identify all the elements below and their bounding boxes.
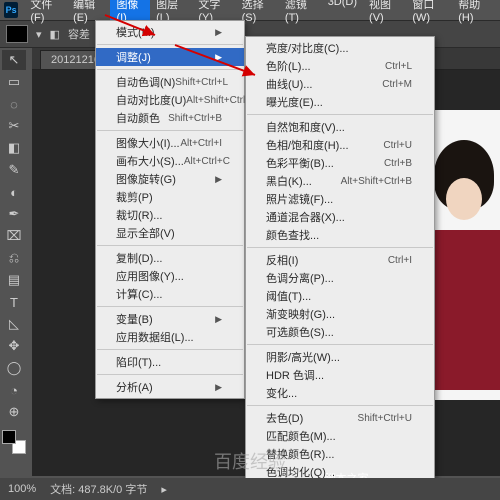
tool-10[interactable]: ▤ <box>2 270 26 290</box>
ps-logo-icon: Ps <box>4 2 18 18</box>
menu-item[interactable]: 应用数据组(L)... <box>96 328 244 346</box>
dropdown-icon[interactable]: ▸ <box>161 483 167 496</box>
tool-5[interactable]: ✎ <box>2 160 26 180</box>
tool-12[interactable]: ◺ <box>2 314 26 334</box>
menu-item[interactable]: 画布大小(S)...Alt+Ctrl+C <box>96 152 244 170</box>
foreground-swatch[interactable] <box>6 25 28 43</box>
tool-1[interactable]: ▭ <box>2 72 26 92</box>
menu-item[interactable]: 裁剪(P) <box>96 188 244 206</box>
menu-item[interactable]: 图像旋转(G)▶ <box>96 170 244 188</box>
menu-9[interactable]: 窗口(W) <box>406 0 452 26</box>
tool-7[interactable]: ✒ <box>2 204 26 224</box>
menu-item[interactable]: 分析(A)▶ <box>96 378 244 396</box>
menu-item[interactable]: 阈值(T)... <box>246 287 434 305</box>
menu-item[interactable]: 通道混合器(X)... <box>246 208 434 226</box>
menu-item[interactable]: 自动色调(N)Shift+Ctrl+L <box>96 73 244 91</box>
menu-item[interactable]: 变量(B)▶ <box>96 310 244 328</box>
menu-item[interactable]: 亮度/对比度(C)... <box>246 39 434 57</box>
dropdown-icon[interactable]: ▾ <box>36 28 42 41</box>
tool-0[interactable]: ↖ <box>2 50 26 70</box>
menu-item[interactable]: 图像大小(I)...Alt+Ctrl+I <box>96 134 244 152</box>
tool-11[interactable]: T <box>2 292 26 312</box>
menu-item[interactable]: 变化... <box>246 384 434 402</box>
menu-item[interactable]: 复制(D)... <box>96 249 244 267</box>
tolerance-label: 容差 <box>68 26 90 42</box>
menu-item[interactable]: 渐变映射(G)... <box>246 305 434 323</box>
doc-size: 文档: 487.8K/0 字节 <box>50 481 147 497</box>
tool-9[interactable]: ⎌ <box>2 248 26 268</box>
menu-item[interactable]: 匹配颜色(M)... <box>246 427 434 445</box>
menu-item[interactable]: 自动颜色Shift+Ctrl+B <box>96 109 244 127</box>
menu-item[interactable]: 颜色查找... <box>246 226 434 244</box>
menu-10[interactable]: 帮助(H) <box>452 0 496 26</box>
menu-item[interactable]: 色相/饱和度(H)...Ctrl+U <box>246 136 434 154</box>
menu-item[interactable]: 反相(I)Ctrl+I <box>246 251 434 269</box>
menu-item[interactable]: 模式(M)▶ <box>96 23 244 41</box>
tool-2[interactable]: ◌ <box>2 94 26 114</box>
menu-item[interactable]: 曲线(U)...Ctrl+M <box>246 75 434 93</box>
menu-item[interactable]: 照片滤镜(F)... <box>246 190 434 208</box>
menu-item[interactable]: 黑白(K)...Alt+Shift+Ctrl+B <box>246 172 434 190</box>
menu-item[interactable]: 曝光度(E)... <box>246 93 434 111</box>
status-bar: 100% 文档: 487.8K/0 字节 ▸ <box>0 478 500 500</box>
image-menu: 模式(M)▶ 调整(J)▶ 自动色调(N)Shift+Ctrl+L自动对比度(U)A… <box>95 20 245 399</box>
tool-13[interactable]: ✥ <box>2 336 26 356</box>
menu-7[interactable]: 3D(D) <box>322 0 363 26</box>
menu-item[interactable]: 去色(D)Shift+Ctrl+U <box>246 409 434 427</box>
menu-item[interactable]: 显示全部(V) <box>96 224 244 242</box>
menu-item[interactable]: 阴影/高光(W)... <box>246 348 434 366</box>
tool-8[interactable]: ⌧ <box>2 226 26 246</box>
zoom-level[interactable]: 100% <box>8 483 36 495</box>
menu-item[interactable]: 色调分离(P)... <box>246 269 434 287</box>
fg-color[interactable] <box>2 430 16 444</box>
menu-item[interactable]: 色彩平衡(B)...Ctrl+B <box>246 154 434 172</box>
menu-item[interactable]: 裁切(R)... <box>96 206 244 224</box>
menu-item[interactable]: 替换颜色(R)... <box>246 445 434 463</box>
menu-item[interactable]: 色阶(L)...Ctrl+L <box>246 57 434 75</box>
menu-item[interactable]: 计算(C)... <box>96 285 244 303</box>
menu-bar: Ps 文件(F)编辑(E)图像(I)图层(L)文字(Y)选择(S)滤镜(T)3D… <box>0 0 500 20</box>
tool-14[interactable]: ◯ <box>2 358 26 378</box>
menu-item[interactable]: 陷印(T)... <box>96 353 244 371</box>
tool-3[interactable]: ✂ <box>2 116 26 136</box>
tool-15[interactable]: ◔ <box>2 380 26 400</box>
menu-item[interactable]: 调整(J)▶ <box>96 48 244 66</box>
picker-icon[interactable]: ◧ <box>50 28 60 41</box>
adjustments-submenu: 亮度/对比度(C)...色阶(L)...Ctrl+L曲线(U)...Ctrl+M… <box>245 36 435 484</box>
menu-item[interactable]: 可选颜色(S)... <box>246 323 434 341</box>
menu-6[interactable]: 滤镜(T) <box>279 0 322 26</box>
tool-6[interactable]: ◐ <box>2 182 26 202</box>
menu-8[interactable]: 视图(V) <box>363 0 406 26</box>
menu-item[interactable]: 自然饱和度(V)... <box>246 118 434 136</box>
menu-0[interactable]: 文件(F) <box>24 0 67 26</box>
tools-panel: ↖▭◌✂◧✎◐✒⌧⎌▤T◺✥◯◔⊕ <box>0 48 32 456</box>
tool-16[interactable]: ⊕ <box>2 402 26 422</box>
tool-4[interactable]: ◧ <box>2 138 26 158</box>
menu-item[interactable]: 应用图像(Y)... <box>96 267 244 285</box>
menu-item[interactable]: 自动对比度(U)Alt+Shift+Ctrl+L <box>96 91 244 109</box>
menu-item[interactable]: HDR 色调... <box>246 366 434 384</box>
